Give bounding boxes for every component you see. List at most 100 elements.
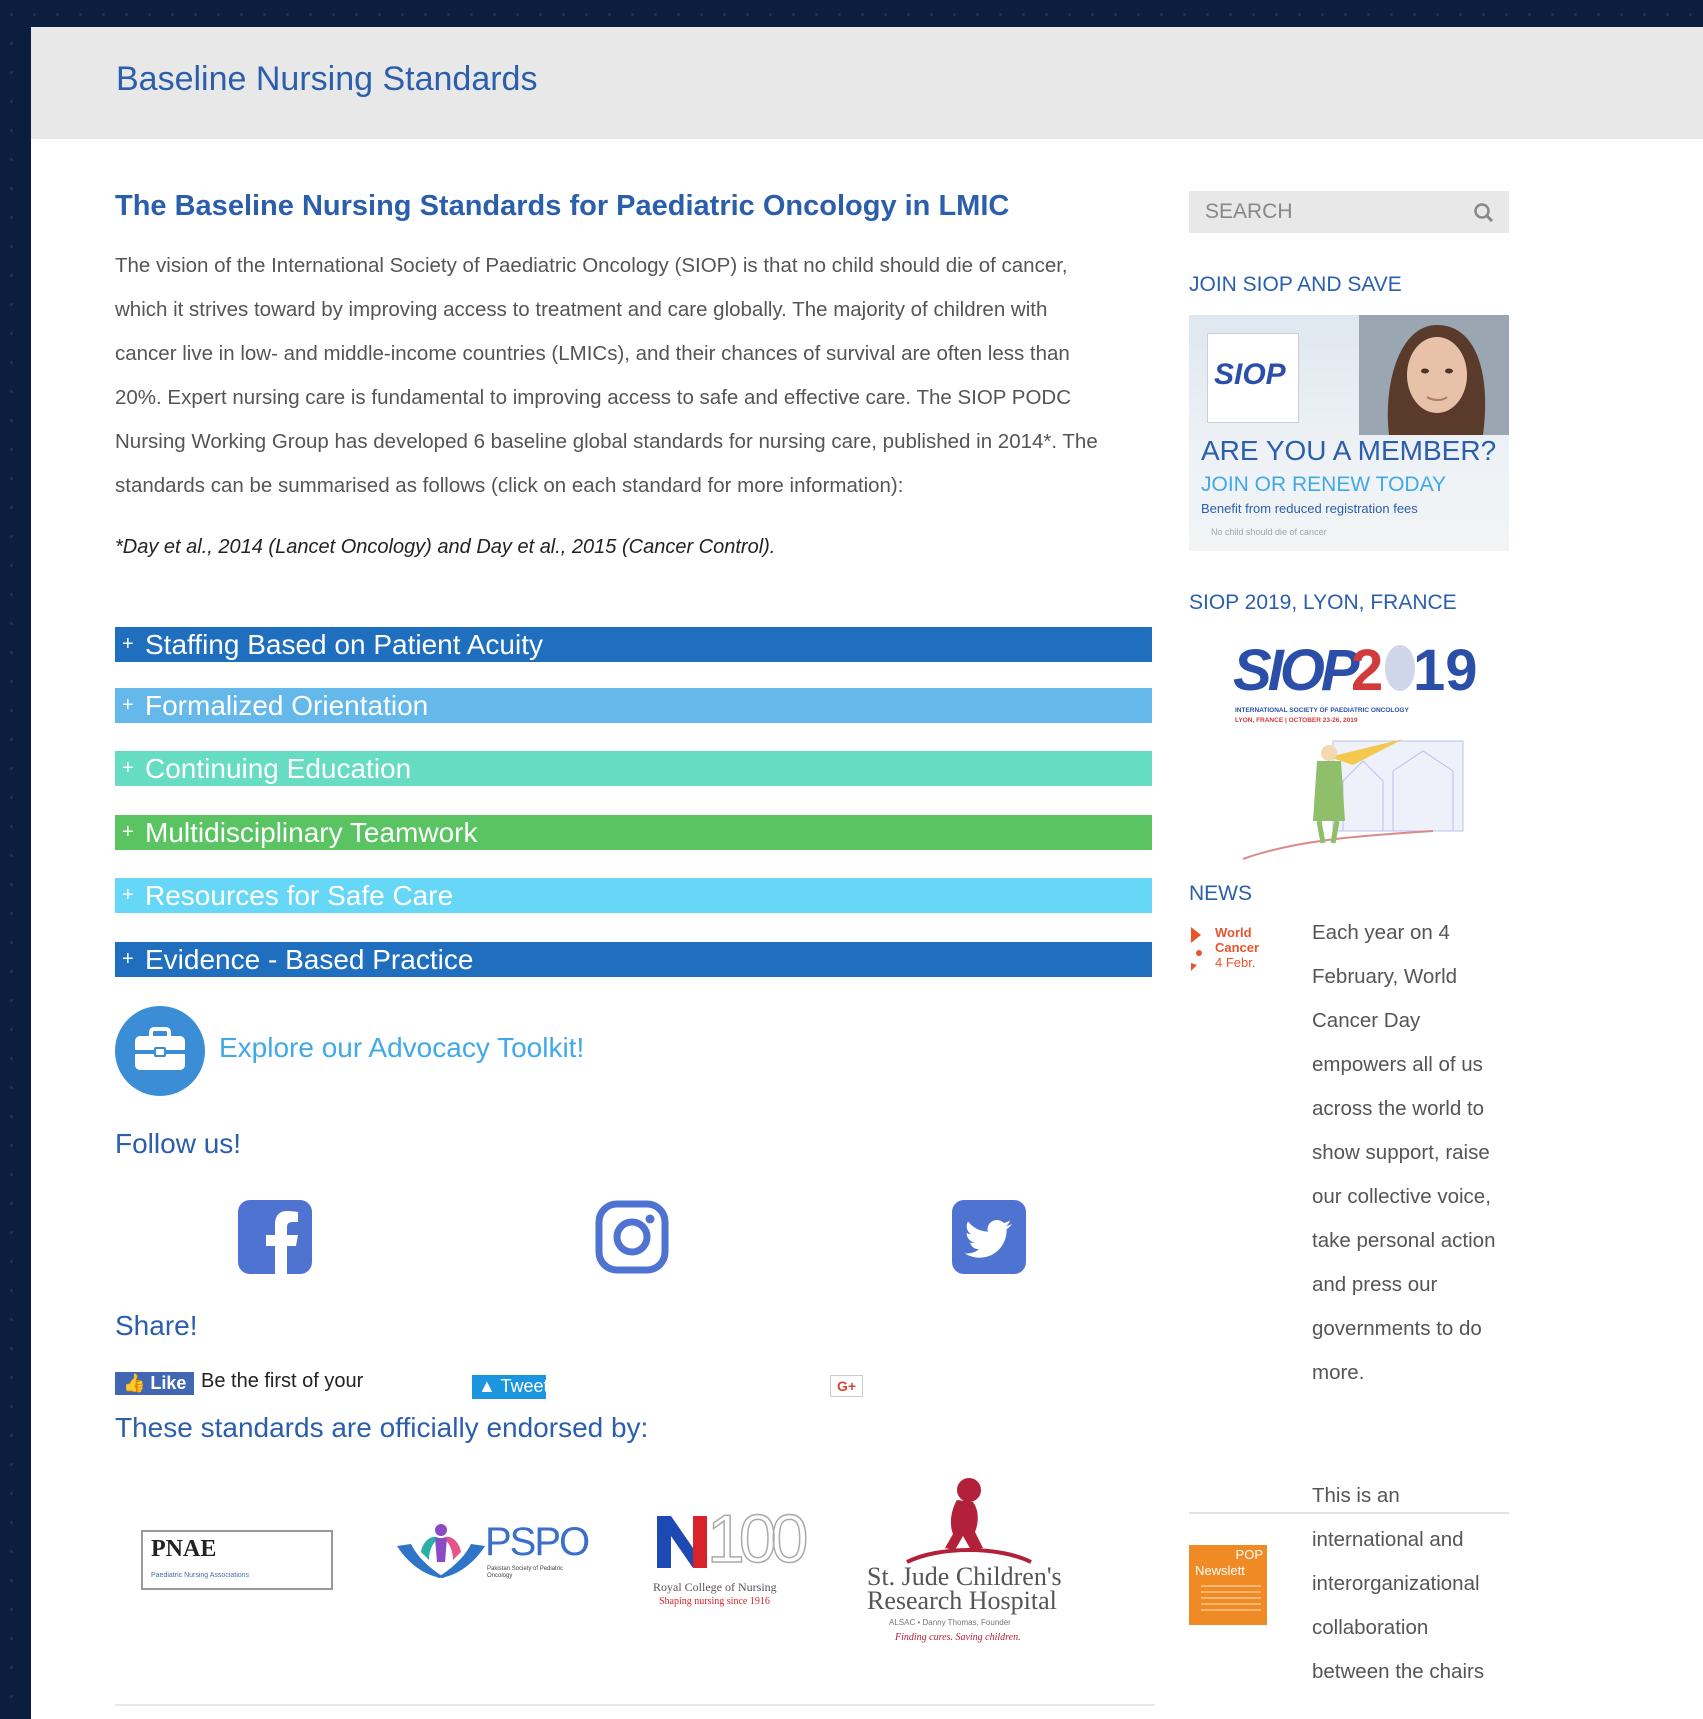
advocacy-toolkit-link[interactable]: Explore our Advocacy Toolkit! [115, 1006, 715, 1096]
pspo-logo[interactable]: PSPO Pakistan Society of Pediatric Oncol… [393, 1516, 593, 1596]
like-count-text: Be the first of your [201, 1370, 364, 1392]
endorsed-heading: These standards are officially endorsed … [115, 1412, 649, 1443]
pspo-hands-icon [397, 1524, 485, 1578]
siop-logo-text: SIOP [1214, 358, 1286, 391]
intro-line: cancer live in low- and middle-income co… [115, 342, 1070, 365]
facebook-like-button[interactable]: 👍 Like [115, 1372, 195, 1395]
search-input[interactable]: SEARCH [1205, 200, 1293, 224]
news-line: Cancer Day [1312, 1009, 1421, 1032]
intro-line: standards can be summarised as follows (… [115, 474, 904, 497]
facebook-link[interactable] [238, 1200, 312, 1274]
news-line: show support, raise [1312, 1141, 1490, 1164]
twitter-bird-icon: ▲ [478, 1376, 496, 1396]
news-thumbnail-world-cancer-day[interactable]: World Cancer 4 Febr. [1189, 923, 1269, 987]
intro-line: 20%. Expert nursing care is fundamental … [115, 386, 1072, 409]
search-icon[interactable] [1473, 202, 1495, 224]
congress-society: INTERNATIONAL SOCIETY OF PAEDIATRIC ONCO… [1235, 707, 1409, 714]
news-line: empowers all of us [1312, 1053, 1483, 1076]
tweet-label: Tweet [500, 1376, 546, 1396]
thumb-line: Newslett [1195, 1563, 1245, 1578]
world-cancer-day-ribbon-icon [1191, 927, 1202, 971]
news-line: This is an [1312, 1484, 1400, 1507]
main-content: The Baseline Nursing Standards for Paedi… [115, 190, 1155, 1706]
thumb-line: World [1215, 925, 1252, 940]
st-jude-logo[interactable]: St. Jude Children's Research Hospital AL… [867, 1476, 1067, 1656]
footer-divider [115, 1704, 1155, 1706]
tweet-button[interactable]: ▲ Tweet [472, 1375, 546, 1399]
globe-zero-icon [1385, 645, 1415, 691]
congress-siop-text: SIOP [1233, 638, 1360, 703]
news-heading: NEWS [1189, 882, 1252, 905]
pnae-logo[interactable]: PNAE Paediatric Nursing Associations [141, 1530, 333, 1590]
thumb-line: POP [1235, 1547, 1263, 1562]
accordion-education[interactable]: + Continuing Education [115, 751, 1152, 786]
member-subtitle: JOIN OR RENEW TODAY [1201, 473, 1447, 496]
congress-year-2: 2 [1351, 638, 1384, 703]
twitter-link[interactable] [952, 1200, 1026, 1274]
st-jude-child-icon [906, 1478, 1032, 1564]
pnae-name: PNAE [151, 1536, 217, 1562]
accordion-staffing[interactable]: + Staffing Based on Patient Acuity [115, 627, 1152, 662]
rcn-n-icon [657, 1516, 707, 1568]
congress-heading: SIOP 2019, LYON, FRANCE [1189, 591, 1457, 614]
congress-year-19: 19 [1413, 638, 1478, 703]
accordion-label: Multidisciplinary Teamwork [145, 817, 478, 848]
accordion-label: Evidence - Based Practice [145, 944, 474, 975]
accordion-teamwork[interactable]: + Multidisciplinary Teamwork [115, 815, 1152, 850]
member-banner[interactable]: SIOP ARE YOU A MEMBER? JOIN OR RENEW TOD… [1189, 315, 1509, 551]
news-line: international and [1312, 1528, 1464, 1551]
news-thumbnail-pop-newsletter[interactable]: POP Newslett [1189, 1545, 1267, 1625]
accordion-label: Staffing Based on Patient Acuity [145, 629, 543, 660]
news-line: and press our [1312, 1273, 1438, 1296]
plus-icon: + [122, 884, 134, 906]
accordion-resources[interactable]: + Resources for Safe Care [115, 878, 1152, 913]
news-excerpt-1[interactable]: Each year on 4 February, World Cancer Da… [1312, 911, 1512, 1395]
share-heading: Share! [115, 1310, 198, 1341]
search-box[interactable]: SEARCH [1189, 191, 1509, 233]
instagram-icon [595, 1200, 669, 1274]
rcn-logo[interactable]: 100 Royal College of Nursing Shaping nur… [653, 1500, 833, 1618]
pnae-subtitle: Paediatric Nursing Associations [151, 1572, 250, 1579]
member-motto: No child should die of cancer [1211, 527, 1327, 537]
toolkit-circle [115, 1006, 205, 1096]
rcn-name: Royal College of Nursing [653, 1580, 777, 1594]
intro-line: The vision of the International Society … [115, 254, 1068, 277]
follow-heading: Follow us! [115, 1128, 242, 1159]
rcn-centenary: 100 [706, 1500, 809, 1578]
news-line: Each year on 4 [1312, 921, 1450, 944]
news-line: take personal action [1312, 1229, 1496, 1252]
twitter-icon [952, 1200, 1026, 1274]
citation-note: *Day et al., 2014 (Lancet Oncology) and … [115, 536, 776, 558]
plus-icon: + [122, 948, 134, 970]
accordion-orientation[interactable]: + Formalized Orientation [115, 688, 1152, 723]
intro-line: which it strives toward by improving acc… [115, 298, 1048, 321]
page: Baseline Nursing Standards The Baseline … [31, 27, 1703, 1719]
page-title: The Baseline Nursing Standards for Paedi… [115, 190, 1010, 222]
instagram-link[interactable] [595, 1200, 669, 1274]
siop-2019-logo[interactable]: SIOP 2 19 INTERNATIONAL SOCIETY OF PAEDI… [1233, 637, 1478, 861]
news-line: more. [1312, 1361, 1365, 1384]
news-line: governments to do [1312, 1317, 1482, 1340]
news-line: our collective voice, [1312, 1185, 1491, 1208]
newsletter-text-lines [1201, 1585, 1261, 1615]
facebook-icon [238, 1200, 312, 1274]
intro-line: Nursing Working Group has developed 6 ba… [115, 430, 1098, 453]
accordion-label: Formalized Orientation [145, 690, 429, 721]
plus-icon: + [122, 633, 134, 655]
news-line: between the chairs [1312, 1660, 1485, 1683]
site-title[interactable]: Baseline Nursing Standards [116, 60, 537, 99]
st-jude-motto: Finding cures. Saving children. [895, 1632, 1021, 1643]
accordion-evidence[interactable]: + Evidence - Based Practice [115, 942, 1152, 977]
like-label: Like [150, 1373, 187, 1393]
share-buttons: 👍 Like Be the first of your ▲ Tweet G+ [115, 1370, 915, 1412]
news-line: interorganizational [1312, 1572, 1480, 1595]
rcn-tagline: Shaping nursing since 1916 [659, 1596, 770, 1607]
accordion-label: Continuing Education [145, 753, 412, 784]
news-excerpt-2[interactable]: This is an international and interorgani… [1312, 1474, 1512, 1694]
st-jude-founder: ALSAC • Danny Thomas, Founder [889, 1618, 1011, 1627]
header-bar: Baseline Nursing Standards [31, 27, 1703, 139]
congress-dates: LYON, FRANCE | OCTOBER 23-26, 2019 [1235, 717, 1358, 724]
plus-icon: + [122, 694, 134, 716]
siop-logo-small: SIOP [1207, 333, 1299, 423]
google-plus-button[interactable]: G+ [830, 1375, 864, 1397]
